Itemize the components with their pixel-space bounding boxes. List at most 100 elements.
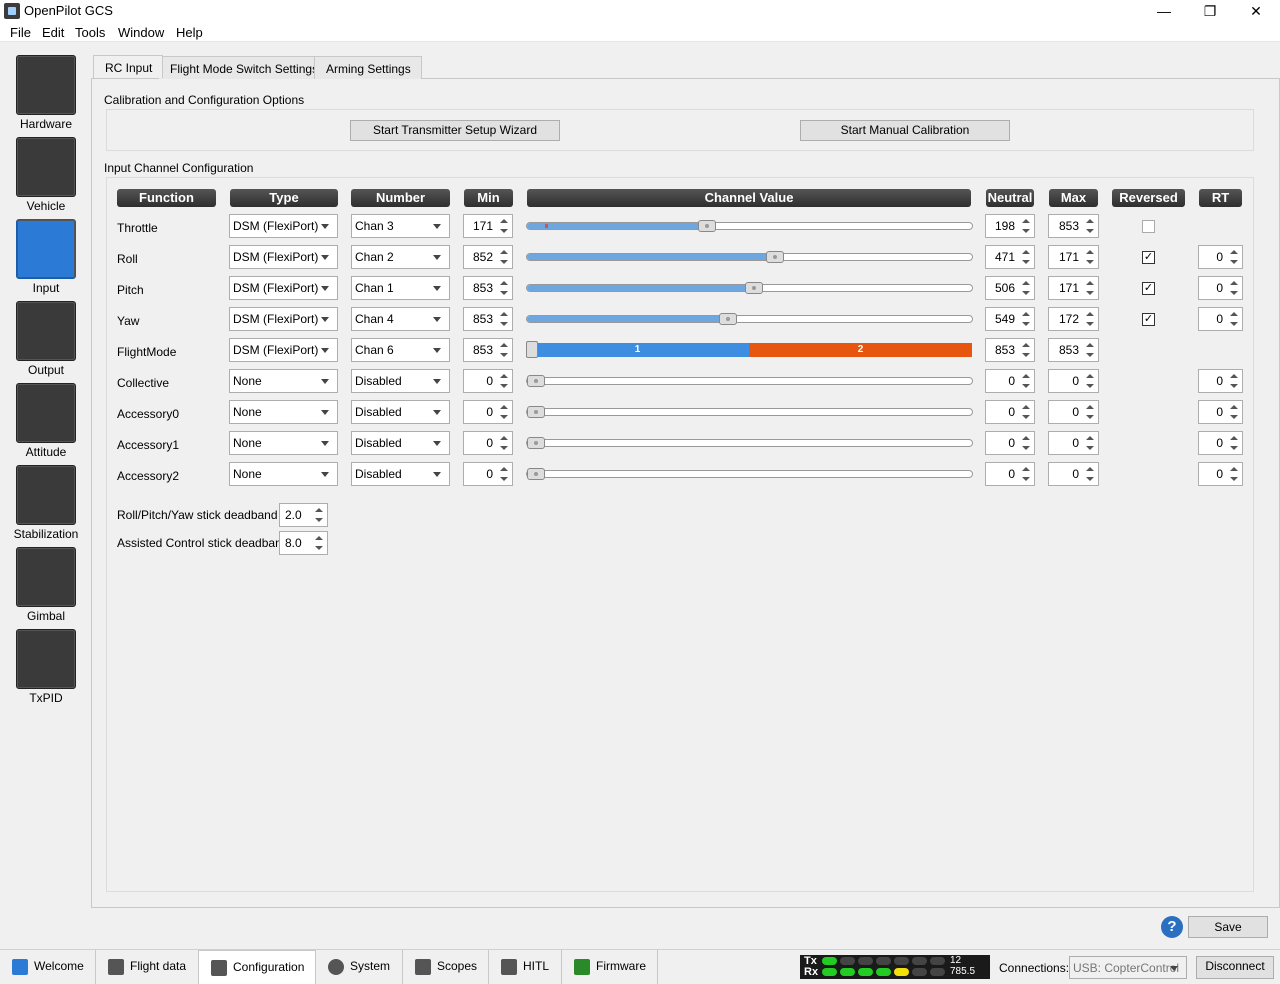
spin-down-icon[interactable]: [497, 227, 511, 237]
channel-max-spinbox[interactable]: 0: [1048, 431, 1099, 455]
spin-down-icon[interactable]: [497, 382, 511, 392]
spin-up-icon[interactable]: [312, 533, 326, 543]
sidebar-item-gimbal[interactable]: Gimbal: [10, 547, 82, 627]
spin-down-icon[interactable]: [1227, 320, 1241, 330]
spin-up-icon[interactable]: [497, 216, 511, 226]
sidebar-item-txpid[interactable]: TxPID: [10, 629, 82, 709]
slider-handle[interactable]: [527, 375, 545, 387]
spin-down-icon[interactable]: [1083, 258, 1097, 268]
channel-value-slider[interactable]: [526, 437, 973, 449]
channel-neutral-spinbox[interactable]: 0: [985, 462, 1035, 486]
channel-value-slider[interactable]: [526, 251, 973, 263]
spin-down-icon[interactable]: [1019, 444, 1033, 454]
sidebar-item-input[interactable]: Input: [10, 219, 82, 299]
channel-max-spinbox[interactable]: 0: [1048, 462, 1099, 486]
channel-value-slider[interactable]: [526, 313, 973, 325]
channel-number-select[interactable]: Chan 2: [351, 245, 450, 269]
spin-down-icon[interactable]: [1019, 320, 1033, 330]
channel-value-slider[interactable]: [526, 282, 973, 294]
spin-up-icon[interactable]: [1083, 278, 1097, 288]
channel-number-select[interactable]: Chan 6: [351, 338, 450, 362]
spin-up-icon[interactable]: [1227, 247, 1241, 257]
spin-down-icon[interactable]: [1083, 444, 1097, 454]
spin-down-icon[interactable]: [312, 516, 326, 526]
spin-up-icon[interactable]: [1083, 433, 1097, 443]
spin-down-icon[interactable]: [497, 475, 511, 485]
spin-up-icon[interactable]: [497, 371, 511, 381]
spin-up-icon[interactable]: [497, 278, 511, 288]
flightmode-bar[interactable]: 1 2: [526, 341, 972, 358]
disconnect-button[interactable]: Disconnect: [1196, 956, 1274, 979]
spin-down-icon[interactable]: [1083, 227, 1097, 237]
tab-rc-input[interactable]: RC Input: [93, 55, 164, 78]
spin-up-icon[interactable]: [1019, 216, 1033, 226]
channel-min-spinbox[interactable]: 853: [463, 338, 513, 362]
channel-rt-spinbox[interactable]: 0: [1198, 245, 1243, 269]
channel-rt-spinbox[interactable]: 0: [1198, 462, 1243, 486]
spin-down-icon[interactable]: [497, 289, 511, 299]
channel-min-spinbox[interactable]: 852: [463, 245, 513, 269]
spin-up-icon[interactable]: [497, 247, 511, 257]
spin-down-icon[interactable]: [1083, 475, 1097, 485]
channel-type-select[interactable]: None: [229, 462, 338, 486]
spin-down-icon[interactable]: [1019, 258, 1033, 268]
channel-rt-spinbox[interactable]: 0: [1198, 400, 1243, 424]
minimize-button[interactable]: —: [1141, 0, 1187, 22]
spin-down-icon[interactable]: [1019, 413, 1033, 423]
channel-max-spinbox[interactable]: 0: [1048, 369, 1099, 393]
sidebar-item-output[interactable]: Output: [10, 301, 82, 381]
spin-up-icon[interactable]: [1083, 309, 1097, 319]
spin-up-icon[interactable]: [497, 464, 511, 474]
menu-edit[interactable]: Edit: [42, 25, 64, 40]
channel-number-select[interactable]: Chan 4: [351, 307, 450, 331]
channel-number-select[interactable]: Disabled: [351, 462, 450, 486]
channel-type-select[interactable]: None: [229, 400, 338, 424]
sidebar-item-vehicle[interactable]: Vehicle: [10, 137, 82, 217]
channel-max-spinbox[interactable]: 0: [1048, 400, 1099, 424]
channel-neutral-spinbox[interactable]: 198: [985, 214, 1035, 238]
channel-min-spinbox[interactable]: 171: [463, 214, 513, 238]
spin-down-icon[interactable]: [1019, 227, 1033, 237]
spin-up-icon[interactable]: [1019, 371, 1033, 381]
channel-neutral-spinbox[interactable]: 0: [985, 369, 1035, 393]
sidebar-item-attitude[interactable]: Attitude: [10, 383, 82, 463]
spin-up-icon[interactable]: [1227, 371, 1241, 381]
reversed-checkbox[interactable]: [1142, 220, 1155, 233]
assisted-deadband-spinbox[interactable]: 8.0: [279, 531, 328, 555]
channel-value-slider[interactable]: [526, 220, 973, 232]
spin-down-icon[interactable]: [1227, 258, 1241, 268]
spin-up-icon[interactable]: [1227, 309, 1241, 319]
manual-calibration-button[interactable]: Start Manual Calibration: [800, 120, 1010, 141]
spin-down-icon[interactable]: [1083, 413, 1097, 423]
channel-min-spinbox[interactable]: 0: [463, 369, 513, 393]
channel-rt-spinbox[interactable]: 0: [1198, 431, 1243, 455]
bottom-tab-system[interactable]: System: [316, 950, 403, 984]
reversed-checkbox[interactable]: ✓: [1142, 313, 1155, 326]
spin-up-icon[interactable]: [1227, 464, 1241, 474]
spin-down-icon[interactable]: [1019, 351, 1033, 361]
spin-down-icon[interactable]: [1227, 289, 1241, 299]
channel-type-select[interactable]: DSM (FlexiPort): [229, 214, 338, 238]
channel-max-spinbox[interactable]: 853: [1048, 214, 1099, 238]
bottom-tab-hitl[interactable]: HITL: [489, 950, 562, 984]
spin-up-icon[interactable]: [1019, 402, 1033, 412]
rpy-deadband-spinbox[interactable]: 2.0: [279, 503, 328, 527]
channel-max-spinbox[interactable]: 172: [1048, 307, 1099, 331]
spin-down-icon[interactable]: [1019, 382, 1033, 392]
spin-up-icon[interactable]: [1019, 464, 1033, 474]
spin-down-icon[interactable]: [1083, 382, 1097, 392]
sidebar-item-hardware[interactable]: Hardware: [10, 55, 82, 135]
spin-down-icon[interactable]: [1083, 320, 1097, 330]
menu-window[interactable]: Window: [118, 25, 164, 40]
channel-value-slider[interactable]: [526, 406, 973, 418]
channel-number-select[interactable]: Disabled: [351, 431, 450, 455]
channel-max-spinbox[interactable]: 171: [1048, 245, 1099, 269]
slider-handle[interactable]: [527, 437, 545, 449]
bottom-tab-scopes[interactable]: Scopes: [403, 950, 489, 984]
transmitter-wizard-button[interactable]: Start Transmitter Setup Wizard: [350, 120, 560, 141]
spin-up-icon[interactable]: [1019, 433, 1033, 443]
channel-neutral-spinbox[interactable]: 549: [985, 307, 1035, 331]
spin-up-icon[interactable]: [312, 505, 326, 515]
channel-number-select[interactable]: Chan 1: [351, 276, 450, 300]
channel-min-spinbox[interactable]: 0: [463, 462, 513, 486]
